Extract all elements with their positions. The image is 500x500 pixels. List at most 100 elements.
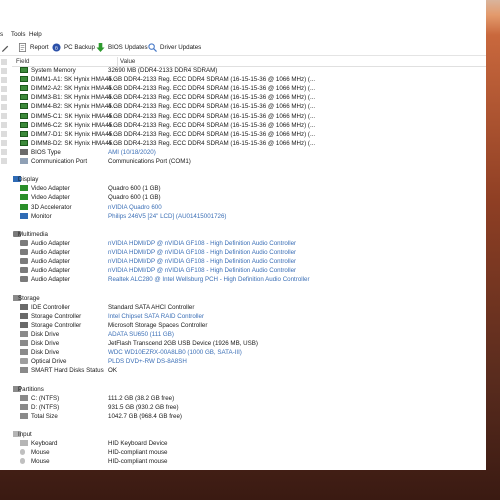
- value-link[interactable]: nVIDIA HDMI/DP @ nVIDIA GF108 - High Def…: [108, 240, 296, 247]
- category-row[interactable]: Partitions: [12, 385, 486, 394]
- backup-icon: B: [52, 43, 61, 52]
- field-label: Mouse: [31, 458, 50, 466]
- value-link[interactable]: nVIDIA HDMI/DP @ nVIDIA GF108 - High Def…: [108, 258, 296, 265]
- ram-icon: [20, 139, 28, 146]
- table-row[interactable]: IDE Controller Standard SATA AHCI Control…: [12, 303, 486, 312]
- table-row[interactable]: DIMM6-C2: SK Hynix HMA45... 4 GB DDR4-213…: [12, 121, 486, 130]
- field-label: Mouse: [31, 449, 50, 457]
- table-row[interactable]: Video Adapter Quadro 600 (1 GB): [12, 193, 486, 202]
- tree-node-icon[interactable]: [1, 158, 7, 164]
- tree-panel-edge[interactable]: [0, 56, 9, 470]
- value-link[interactable]: PLDS DVD+-RW DS-8A8SH: [108, 358, 187, 365]
- report-button[interactable]: Report: [18, 43, 49, 52]
- value-link[interactable]: AMI (10/18/2020): [108, 149, 156, 156]
- field-label: Video Adapter: [31, 194, 70, 202]
- value-link[interactable]: Intel Chipset SATA RAID Controller: [108, 313, 204, 320]
- chip-icon: [20, 321, 28, 328]
- category-row[interactable]: Storage: [12, 294, 486, 303]
- table-row[interactable]: BIOS Type AMI (10/18/2020): [12, 148, 486, 157]
- menu-bar: s Tools Help: [0, 30, 486, 40]
- table-row[interactable]: Audio Adapter nVIDIA HDMI/DP @ nVIDIA GF1…: [12, 239, 486, 248]
- table-row[interactable]: Video Adapter Quadro 600 (1 GB): [12, 184, 486, 193]
- edit-tool-button[interactable]: [1, 43, 10, 52]
- table-row[interactable]: DIMM2-A2: SK Hynix HMA45... 4 GB DDR4-213…: [12, 84, 486, 93]
- category-row[interactable]: Display: [12, 175, 486, 184]
- tree-node-icon[interactable]: [1, 59, 7, 65]
- value-link[interactable]: WDC WD10EZRX-00A8LB0 (1000 GB, SATA-III): [108, 349, 242, 356]
- tree-node-icon[interactable]: [1, 68, 7, 74]
- value-text: HID-compliant mouse: [108, 449, 168, 457]
- field-label: Disk Drive: [31, 330, 60, 338]
- table-row[interactable]: Audio Adapter nVIDIA HDMI/DP @ nVIDIA GF1…: [12, 266, 486, 275]
- value-link[interactable]: Philips 246V5 [24" LCD] (AU01415001726): [108, 213, 226, 220]
- table-row[interactable]: 3D Accelerator nVIDIA Quadro 600: [12, 203, 486, 212]
- tree-node-icon[interactable]: [1, 140, 7, 146]
- value-text: 4 GB DDR4-2133 Reg. ECC DDR4 SDRAM (16-1…: [108, 76, 316, 84]
- table-row[interactable]: Audio Adapter nVIDIA HDMI/DP @ nVIDIA GF1…: [12, 248, 486, 257]
- category-label: Display: [18, 176, 39, 184]
- category-label: Input: [18, 431, 32, 438]
- table-row[interactable]: Communication Port Communications Port (C…: [12, 157, 486, 166]
- tree-node-icon[interactable]: [1, 86, 7, 92]
- table-row[interactable]: Disk Drive JetFlash Transcend 2GB USB Dev…: [12, 339, 486, 348]
- table-row[interactable]: Optical Drive PLDS DVD+-RW DS-8A8SH: [12, 357, 486, 366]
- menu-item-help[interactable]: Help: [29, 31, 42, 38]
- tree-node-icon[interactable]: [1, 122, 7, 128]
- table-row[interactable]: DIMM1-A1: SK Hynix HMA45... 4 GB DDR4-213…: [12, 75, 486, 84]
- tree-node-icon[interactable]: [1, 104, 7, 110]
- gfx-icon: [20, 194, 28, 201]
- menu-item-partial[interactable]: s: [0, 31, 3, 38]
- table-row[interactable]: DIMM8-D2: SK Hynix HMA45... 4 GB DDR4-213…: [12, 139, 486, 148]
- category-row[interactable]: Multimedia: [12, 230, 486, 239]
- bios-updates-button[interactable]: BIOS Updates: [96, 43, 148, 52]
- table-row[interactable]: Audio Adapter nVIDIA HDMI/DP @ nVIDIA GF1…: [12, 257, 486, 266]
- field-label: BIOS Type: [31, 148, 61, 156]
- table-row[interactable]: Monitor Philips 246V5 [24" LCD] (AU014150…: [12, 212, 486, 221]
- table-row[interactable]: DIMM3-B1: SK Hynix HMA45... 4 GB DDR4-213…: [12, 93, 486, 102]
- table-row[interactable]: Storage Controller Microsoft Storage Spac…: [12, 321, 486, 330]
- column-divider[interactable]: [117, 57, 118, 66]
- ram-icon: [20, 130, 28, 137]
- search-icon: [148, 43, 157, 52]
- table-row[interactable]: DIMM4-B2: SK Hynix HMA45... 4 GB DDR4-213…: [12, 102, 486, 111]
- table-row[interactable]: SMART Hard Disks Status OK: [12, 366, 486, 375]
- table-row[interactable]: DIMM5-C1: SK Hynix HMA45... 4 GB DDR4-213…: [12, 112, 486, 121]
- table-row[interactable]: Disk Drive WDC WD10EZRX-00A8LB0 (1000 GB,…: [12, 348, 486, 357]
- tree-node-icon[interactable]: [1, 113, 7, 119]
- value-link[interactable]: nVIDIA HDMI/DP @ nVIDIA GF108 - High Def…: [108, 267, 296, 274]
- value-link[interactable]: nVIDIA HDMI/DP @ nVIDIA GF108 - High Def…: [108, 249, 296, 256]
- pc-backup-button[interactable]: B PC Backup: [52, 43, 95, 52]
- table-row[interactable]: Audio Adapter Realtek ALC280 @ Intel Well…: [12, 275, 486, 284]
- value-link[interactable]: ADATA SU650 (111 GB): [108, 331, 174, 338]
- table-row[interactable]: DIMM7-D1: SK Hynix HMA45... 4 GB DDR4-213…: [12, 130, 486, 139]
- field-label: DIMM7-D1: SK Hynix HMA45...: [31, 130, 118, 138]
- value-text: 4 GB DDR4-2133 Reg. ECC DDR4 SDRAM (16-1…: [108, 130, 316, 138]
- aida64-window: s Tools Help Report B PC Backup BIOS Upd…: [0, 0, 486, 470]
- table-row[interactable]: System Memory 32690 MB (DDR4-2133 DDR4 SD…: [12, 66, 486, 75]
- value-link[interactable]: Realtek ALC280 @ Intel Wellsburg PCH - H…: [108, 276, 310, 283]
- tree-node-icon[interactable]: [1, 149, 7, 155]
- tree-node-icon[interactable]: [1, 95, 7, 101]
- svg-text:B: B: [55, 45, 58, 50]
- table-row[interactable]: Mouse HID-compliant mouse: [12, 448, 486, 457]
- column-field-header[interactable]: Field: [16, 58, 29, 65]
- field-label: Audio Adapter: [31, 267, 70, 275]
- table-row[interactable]: Storage Controller Intel Chipset SATA RAI…: [12, 312, 486, 321]
- column-value-header[interactable]: Value: [120, 58, 135, 65]
- audio-icon: [20, 258, 28, 265]
- table-row[interactable]: Keyboard HID Keyboard Device: [12, 439, 486, 448]
- category-row[interactable]: Input: [12, 430, 486, 439]
- driver-updates-button[interactable]: Driver Updates: [148, 43, 201, 52]
- table-row[interactable]: Total Size 1042.7 GB (968.4 GB free): [12, 412, 486, 421]
- field-label: System Memory: [31, 67, 76, 74]
- menu-item-tools[interactable]: Tools: [11, 31, 25, 38]
- table-row[interactable]: Mouse HID-compliant mouse: [12, 457, 486, 466]
- summary-list: System Memory 32690 MB (DDR4-2133 DDR4 SD…: [12, 66, 486, 470]
- table-row[interactable]: D: (NTFS) 931.5 GB (930.2 GB free): [12, 403, 486, 412]
- table-row[interactable]: Disk Drive ADATA SU650 (111 GB): [12, 330, 486, 339]
- tree-node-icon[interactable]: [1, 131, 7, 137]
- value-text: 4 GB DDR4-2133 Reg. ECC DDR4 SDRAM (16-1…: [108, 139, 316, 147]
- table-row[interactable]: C: (NTFS) 111.2 GB (38.2 GB free): [12, 394, 486, 403]
- value-link[interactable]: nVIDIA Quadro 600: [108, 204, 162, 211]
- tree-node-icon[interactable]: [1, 77, 7, 83]
